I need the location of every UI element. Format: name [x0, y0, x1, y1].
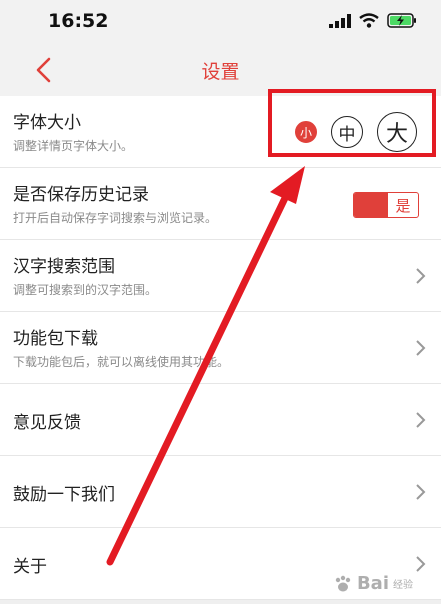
row-title: 意见反馈 [13, 413, 81, 433]
save-history-toggle[interactable]: 是 [353, 192, 419, 218]
paw-icon [335, 575, 351, 591]
chevron-right-icon [416, 484, 426, 500]
status-time: 16:52 [48, 10, 109, 32]
settings-list: 字体大小 调整详情页字体大小。 小 中 大 是否保存历史记录 打开后自动保存字词… [0, 96, 441, 600]
watermark: Bai 经验 [333, 573, 413, 594]
chevron-right-icon [416, 556, 426, 572]
chevron-right-icon [416, 340, 426, 356]
row-subtitle: 下载功能包后，就可以离线使用其功能。 [13, 355, 230, 369]
status-icons [329, 13, 417, 28]
chevron-right-icon [416, 412, 426, 428]
row-title: 功能包下载 [13, 329, 98, 349]
row-title: 是否保存历史记录 [13, 185, 149, 205]
setting-encourage-us[interactable]: 鼓励一下我们 [0, 456, 441, 528]
page-title: 设置 [201, 61, 240, 83]
status-bar: 16:52 [0, 0, 441, 44]
setting-save-history: 是否保存历史记录 打开后自动保存字词搜索与浏览记录。 是 [0, 168, 441, 240]
watermark-text: Bai [356, 573, 389, 594]
chevron-right-icon [416, 268, 426, 284]
watermark-suffix: 经验 [393, 580, 413, 591]
wifi-icon [359, 13, 379, 28]
setting-package-download[interactable]: 功能包下载 下载功能包后，就可以离线使用其功能。 [0, 312, 441, 384]
setting-feedback[interactable]: 意见反馈 [0, 384, 441, 456]
row-subtitle: 调整可搜索到的汉字范围。 [13, 283, 158, 297]
row-title: 字体大小 [13, 113, 81, 133]
toggle-label: 是 [395, 196, 411, 215]
setting-search-range[interactable]: 汉字搜索范围 调整可搜索到的汉字范围。 [0, 240, 441, 312]
row-subtitle: 调整详情页字体大小。 [13, 139, 134, 153]
battery-charging-icon [387, 13, 416, 28]
annotation-highlight-box [268, 89, 436, 157]
toggle-knob [354, 193, 388, 217]
row-subtitle: 打开后自动保存字词搜索与浏览记录。 [13, 211, 218, 225]
signal-icon [329, 13, 351, 28]
row-title: 鼓励一下我们 [13, 485, 115, 505]
row-title: 关于 [13, 557, 47, 577]
row-title: 汉字搜索范围 [13, 257, 115, 277]
